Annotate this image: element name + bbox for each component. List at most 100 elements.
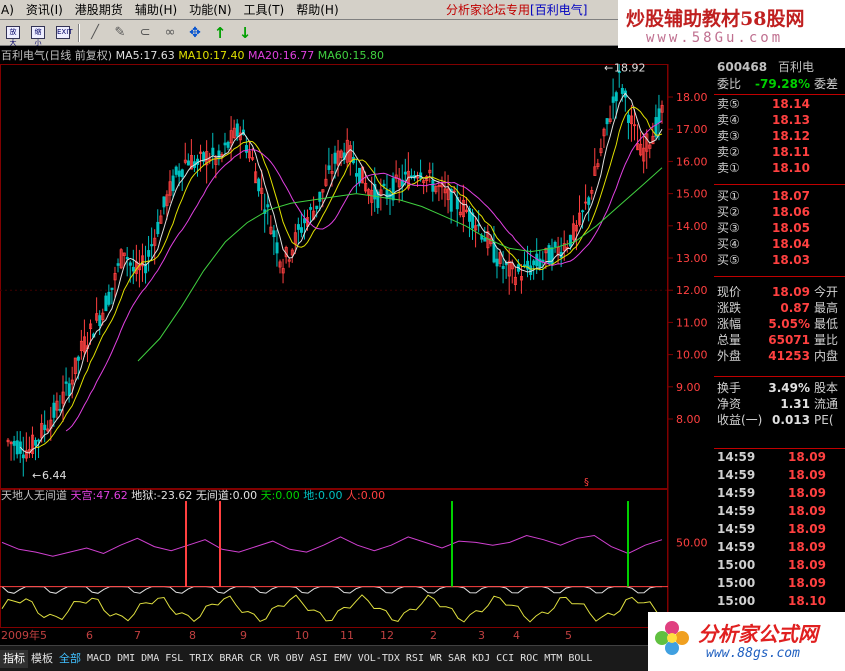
menu-item-help[interactable]: 帮助(H) (290, 0, 344, 20)
line-draw-button[interactable]: ╱ (84, 22, 106, 43)
date-tick-label: 2 (430, 629, 437, 642)
candle-body (116, 263, 120, 266)
move-button[interactable]: ✥ (184, 22, 206, 43)
quote-label: 净资 (717, 397, 742, 411)
candle-body (385, 189, 389, 199)
tab-vol-tdx[interactable]: VOL-TDX (355, 650, 403, 668)
panel-divider (714, 376, 845, 377)
price-axis-label: 11.00 (676, 316, 708, 329)
tab-模板[interactable]: 模板 (28, 650, 56, 668)
menu-item-assist[interactable]: 辅助(H) (129, 0, 183, 20)
menu-item-a[interactable]: A) (0, 0, 20, 20)
tab-vr[interactable]: VR (265, 650, 283, 668)
indicator-ren: 人:0.00 (345, 489, 386, 502)
price-axis-label: 8.00 (676, 413, 701, 426)
candle-body (37, 439, 41, 442)
indicator-tiangong: 天宫:47.62 (70, 489, 128, 502)
indicator-diyu: 地狱:-23.62 (131, 489, 193, 502)
quote-value: 5.05% (768, 317, 810, 331)
date-tick-label: 6 (86, 629, 93, 642)
date-tick-label: 7 (134, 629, 141, 642)
indicator-di: 地:0.00 (303, 489, 343, 502)
tick-row: 15:00 18.10 (714, 592, 845, 610)
down-button[interactable]: ↓ (234, 22, 256, 43)
quote-row: 现价 18.09 今开 (714, 284, 845, 300)
quote-row: 卖③ 18.12 (714, 128, 845, 144)
tick-price: 18.09 (788, 576, 826, 590)
menu-item-function[interactable]: 功能(N) (183, 0, 237, 20)
link-button[interactable]: ∞ (159, 22, 181, 43)
event-marker: § (584, 477, 589, 488)
tab-asi[interactable]: ASI (307, 650, 331, 668)
candle-body (58, 409, 62, 411)
magnet-button[interactable]: ⊂ (134, 22, 156, 43)
quote-label: 卖③ (717, 129, 740, 143)
tab-rsi[interactable]: RSI (403, 650, 427, 668)
pen-button[interactable]: ✎ (109, 22, 131, 43)
tab-wr[interactable]: WR (427, 650, 445, 668)
quote-extra-label: 股本 (814, 381, 839, 395)
candle-body (131, 266, 135, 272)
quote-row: 总量 65071 量比 (714, 332, 845, 348)
candle-body (226, 141, 230, 148)
tab-obv[interactable]: OBV (283, 650, 307, 668)
exit-button[interactable]: EXIT (52, 22, 74, 43)
tick-row: 14:59 18.09 (714, 502, 845, 520)
tab-sar[interactable]: SAR (445, 650, 469, 668)
quote-row: 买⑤ 18.03 (714, 252, 845, 268)
quote-row: 委比 -79.28% 委差 (714, 76, 845, 92)
up-arrow-icon: ↑ (213, 23, 227, 42)
site-logo: 分析家公式网 www.88gs.com (648, 612, 845, 671)
candle-body (318, 191, 322, 202)
kline-chart[interactable]: 18.00 17.00 16.00 15.00 14.00 13.00 12.00 11.00… (0, 48, 712, 628)
tab-macd[interactable]: MACD (84, 650, 114, 668)
quote-extra-label: 流通 (814, 397, 839, 411)
candle-body (483, 237, 487, 242)
quote-extra-label: 量比 (814, 333, 839, 347)
tick-price: 18.09 (788, 450, 826, 464)
up-button[interactable]: ↑ (209, 22, 231, 43)
quote-label: 外盘 (717, 349, 742, 363)
zoom-in-button[interactable]: 放大 (2, 22, 24, 47)
indicator-wujiandao: 无间道:0.00 (195, 489, 258, 502)
date-tick-label: 9 (240, 629, 247, 642)
tab-fsl[interactable]: FSL (162, 650, 186, 668)
quote-label: 买② (717, 205, 740, 219)
zoom-out-icon: 缩小 (31, 26, 45, 47)
date-tick-label: 4 (513, 629, 520, 642)
tick-price: 18.09 (788, 540, 826, 554)
quote-label: 卖④ (717, 113, 740, 127)
quote-extra-label: 最低 (814, 317, 839, 331)
candle-body (150, 244, 154, 247)
candle-body (211, 147, 215, 156)
tab-emv[interactable]: EMV (331, 650, 355, 668)
tab-roc[interactable]: ROC (517, 650, 541, 668)
date-tick-label: 2009年 (1, 629, 40, 642)
menu-item-tools[interactable]: 工具(T) (238, 0, 291, 20)
tab-全部[interactable]: 全部 (56, 650, 84, 668)
candle-body (410, 175, 414, 178)
quote-row: 涨跌 0.87 最高 (714, 300, 845, 316)
tab-指标[interactable]: 指标 (0, 649, 28, 668)
tab-dmi[interactable]: DMI (114, 650, 138, 668)
tab-mtm[interactable]: MTM (541, 650, 565, 668)
tab-cci[interactable]: CCI (493, 650, 517, 668)
menu-item-hk-futures[interactable]: 港股期货 (69, 0, 129, 20)
tab-brar[interactable]: BRAR (216, 650, 246, 668)
tab-kdj[interactable]: KDJ (469, 650, 493, 668)
logo-title: 分析家公式网 (698, 622, 818, 646)
candle-body (547, 245, 551, 264)
quote-value: 18.07 (772, 189, 810, 203)
price-frame (0, 64, 668, 489)
menu-item-info[interactable]: 资讯(I) (20, 0, 69, 20)
tab-boll[interactable]: BOLL (565, 650, 595, 668)
price-axis-label: 14.00 (676, 220, 708, 233)
zoom-out-button[interactable]: 缩小 (27, 22, 49, 47)
tab-cr[interactable]: CR (246, 650, 264, 668)
price-axis-label: 17.00 (676, 123, 708, 136)
tab-dma[interactable]: DMA (138, 650, 162, 668)
candle-body (550, 247, 554, 266)
tick-row: 14:59 18.09 (714, 520, 845, 538)
logo-url: www.88gs.com (706, 646, 800, 661)
tab-trix[interactable]: TRIX (186, 650, 216, 668)
